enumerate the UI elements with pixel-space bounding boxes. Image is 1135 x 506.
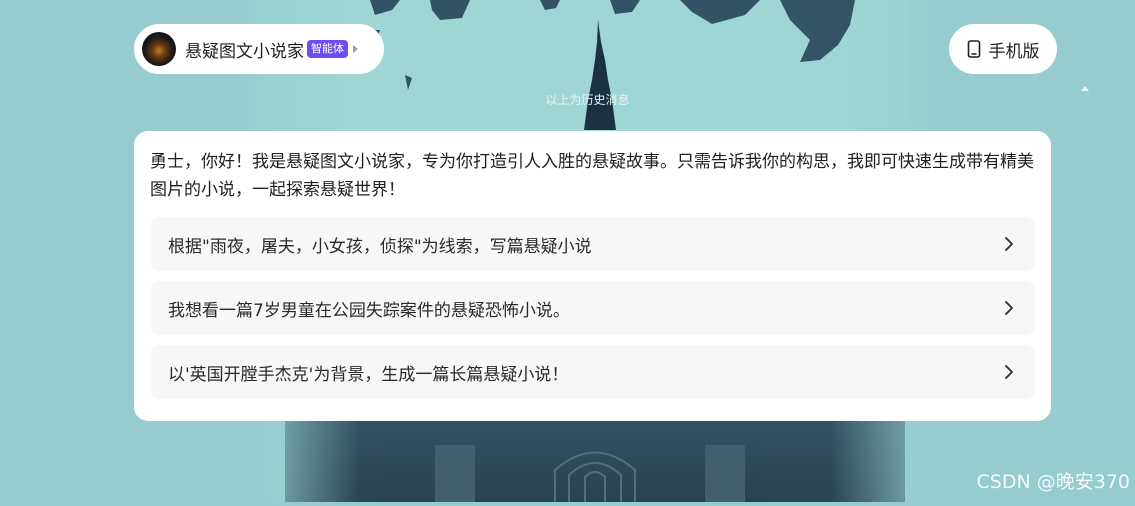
chevron-right-icon [1005,301,1013,315]
greeting-text: 勇士，你好！我是悬疑图文小说家，专为你打造引人入胜的悬疑故事。只需告诉我你的构思… [150,152,1034,200]
suggestion-item[interactable]: 以'英国开膛手杰克'为背景，生成一篇长篇悬疑小说！ [150,345,1035,399]
castle-fade-left [240,415,360,502]
castle-image [285,415,905,502]
phone-icon [967,40,980,58]
suggestion-label: 我想看一篇7岁男童在公园失踪案件的悬疑恐怖小说。 [168,300,570,321]
agent-chip[interactable]: 悬疑图文小说家 智能体 [134,24,384,74]
suggestion-label: 根据"雨夜，屠夫，小女孩，侦探"为线索，写篇悬疑小说 [168,236,592,257]
suggestion-item[interactable]: 根据"雨夜，屠夫，小女孩，侦探"为线索，写篇悬疑小说 [150,217,1035,271]
chevron-right-icon [1005,365,1013,379]
watermark: CSDN @晚安370 [976,471,1130,493]
chevron-right-icon [1005,237,1013,251]
castle-fade-right [830,415,950,502]
mobile-version-label: 手机版 [988,41,1040,62]
chevron-right-icon [353,45,358,53]
avatar [142,32,176,66]
mobile-version-button[interactable]: 手机版 [949,24,1057,74]
agent-name: 悬疑图文小说家 [185,41,304,62]
message-card: 勇士，你好！我是悬疑图文小说家，专为你打造引人入胜的悬疑故事。只需告诉我你的构思… [134,131,1051,421]
suggestion-label: 以'英国开膛手杰克'为背景，生成一篇长篇悬疑小说！ [168,364,569,385]
suggestion-item[interactable]: 我想看一篇7岁男童在公园失踪案件的悬疑恐怖小说。 [150,281,1035,335]
agent-badge: 智能体 [307,40,348,58]
history-note: 以上为历史消息 [545,93,630,107]
scroll-up-icon[interactable] [1081,86,1089,91]
